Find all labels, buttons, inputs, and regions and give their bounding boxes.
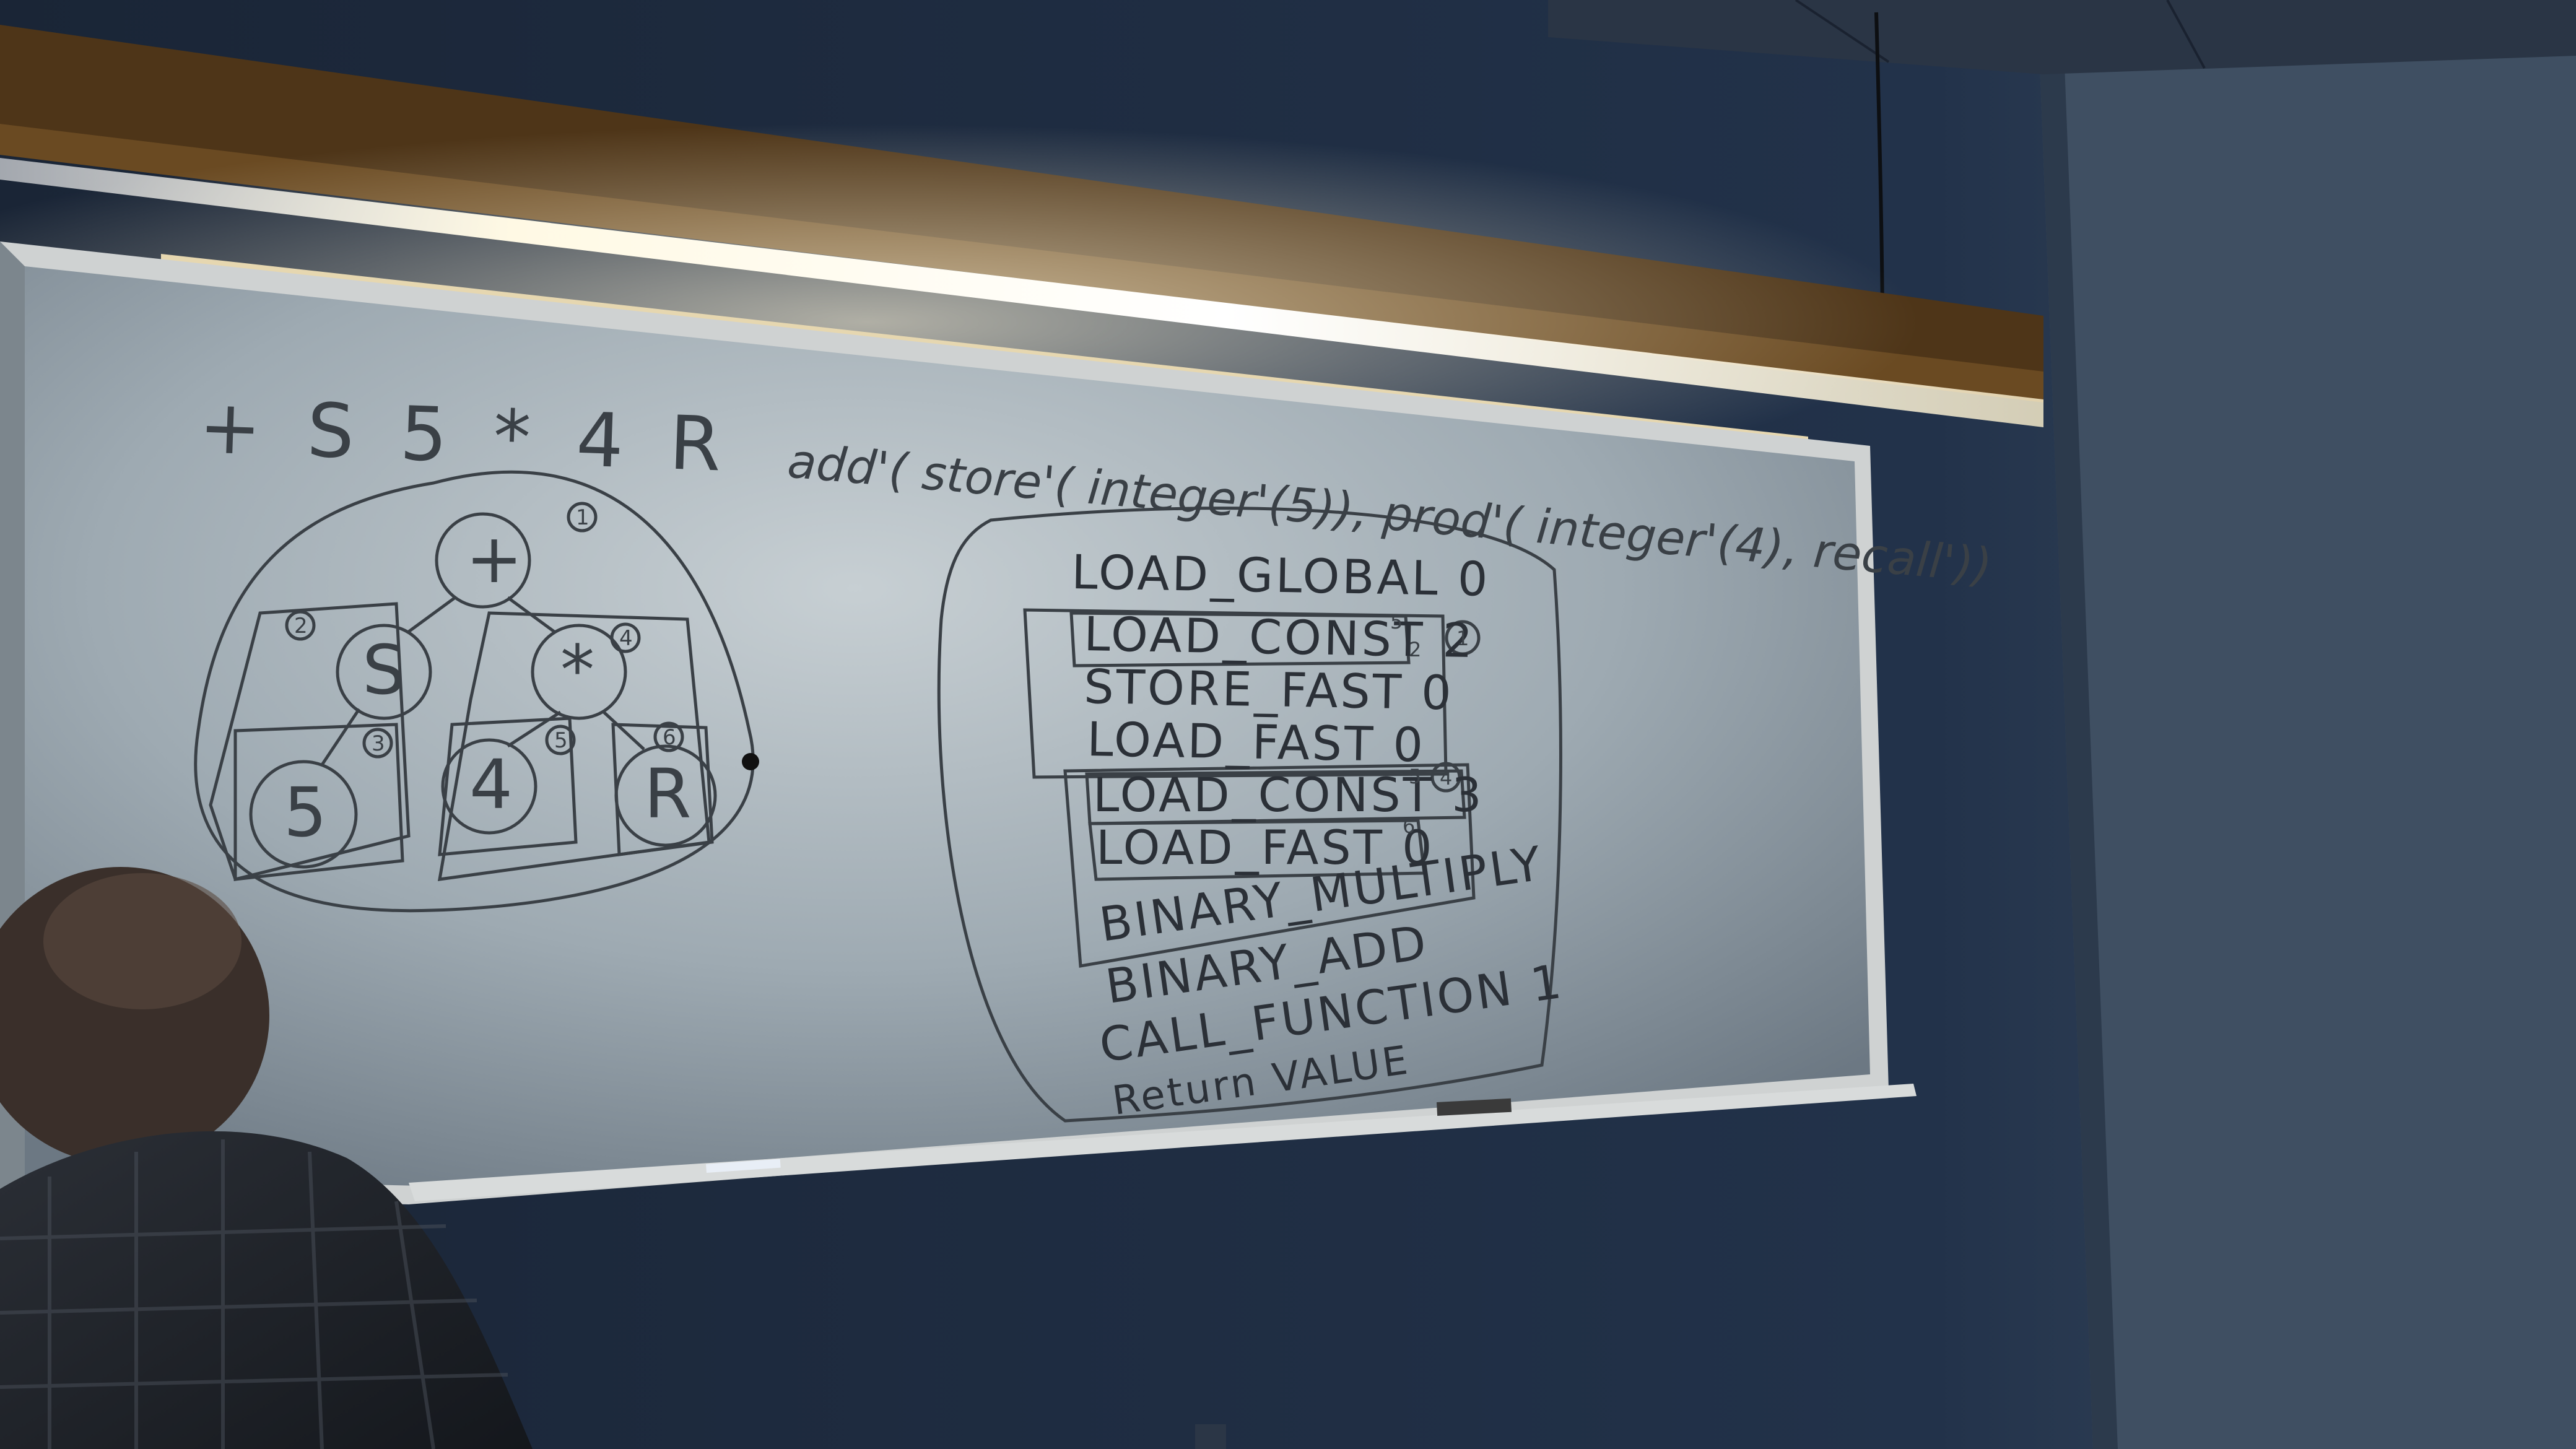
node-4-label: 4 xyxy=(469,745,513,824)
annotation-3: 3 xyxy=(372,731,385,756)
tag-5a: 5 xyxy=(1390,610,1403,633)
tag-4: 4 xyxy=(1440,766,1452,790)
classroom-photo: + S 5 * 4 R add'( store'( integer'(5)), … xyxy=(0,0,2576,1449)
annotation-6: 6 xyxy=(663,725,676,750)
node-star-label: * xyxy=(560,630,594,710)
node-5-label: 5 xyxy=(284,773,327,852)
wall-outlet xyxy=(1195,1424,1226,1449)
node-plus-label: + xyxy=(466,519,523,598)
bytecode-line-3: STORE_FAST 0 xyxy=(1084,659,1455,720)
bytecode-line-5: LOAD_CONST 3 xyxy=(1093,767,1484,822)
annotation-5: 5 xyxy=(554,728,568,753)
node-s-label: S xyxy=(362,630,406,710)
annotation-2: 2 xyxy=(294,614,308,638)
bytecode-line-1: LOAD_GLOBAL 0 xyxy=(1071,544,1490,607)
scene-svg: + S 5 * 4 R add'( store'( integer'(5)), … xyxy=(0,0,2576,1449)
node-r-label: R xyxy=(644,754,691,833)
annotation-4: 4 xyxy=(619,626,633,651)
board-mark xyxy=(742,753,759,770)
tag-1: 1 xyxy=(1456,627,1469,650)
tag-5b: 5 xyxy=(1409,765,1421,788)
annotation-1: 1 xyxy=(576,505,590,530)
tag-6: 6 xyxy=(1403,814,1415,838)
tag-2: 2 xyxy=(1409,638,1421,661)
side-wall xyxy=(2037,0,2576,1449)
bytecode-line-4: LOAD_FAST 0 xyxy=(1087,711,1426,773)
person-head-highlight xyxy=(43,873,242,1009)
